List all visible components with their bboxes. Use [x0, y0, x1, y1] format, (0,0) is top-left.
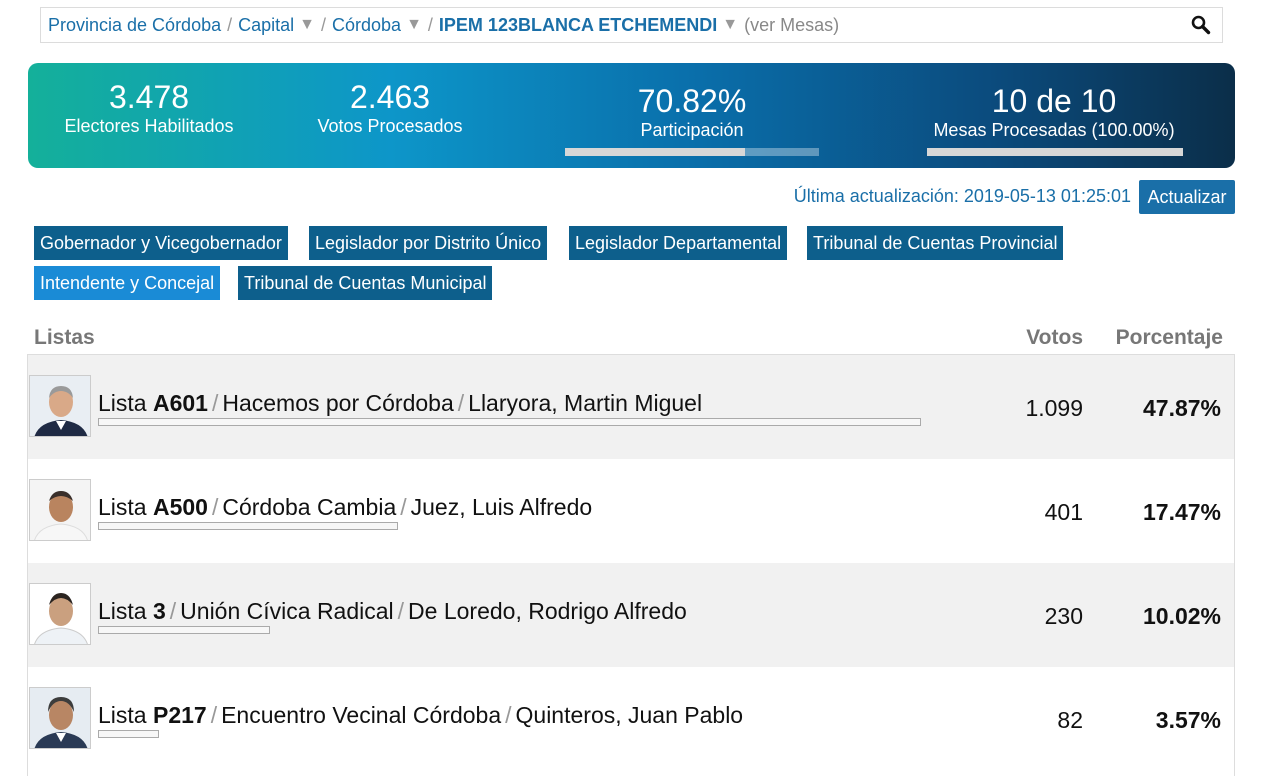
stat-electores: 3.478 Electores Habilitados — [28, 79, 270, 137]
breadcrumb-separator: / — [321, 14, 327, 35]
percent-cell: 17.47% — [1142, 499, 1221, 525]
candidate-avatar — [29, 479, 91, 541]
tab-legislador-distrito-unico[interactable]: Legislador por Distrito Único — [309, 226, 548, 260]
vote-share-bar — [98, 418, 921, 426]
stats-banner: 3.478 Electores Habilitados 2.463 Votos … — [28, 63, 1235, 168]
votos-value: 2.463 — [349, 79, 431, 115]
results-table: Lista A601/Hacemos por Córdoba / Llaryora,… — [27, 354, 1235, 776]
table-row: Lista 3/Unión Cívica Radical / De Loredo, … — [28, 563, 1234, 667]
stat-votos: 2.463 Votos Procesados — [282, 79, 498, 137]
row-label: Lista 3/Unión Cívica Radical / De Loredo, … — [98, 598, 687, 624]
lista-code: 3 — [152, 598, 166, 624]
lista-prefix: Lista — [98, 390, 147, 416]
table-row: Lista A601/Hacemos por Córdoba / Llaryora,… — [28, 355, 1234, 459]
candidate-name: Llaryora, Martin Miguel — [468, 390, 703, 416]
lista-prefix: Lista — [98, 494, 147, 520]
vote-share-bar — [98, 522, 398, 530]
tab-tribunal-cuentas-municipal[interactable]: Tribunal de Cuentas Municipal — [238, 266, 493, 300]
candidate-name: De Loredo, Rodrigo Alfredo — [408, 598, 687, 624]
lista-code: A500 — [152, 494, 208, 520]
tab-intendente-concejal[interactable]: Intendente y Concejal — [34, 266, 221, 300]
breadcrumb: Provincia de Córdoba / Capital ▼ / Córdo… — [40, 7, 1223, 43]
table-row: Lista P217/Encuentro Vecinal Córdoba / Qui… — [28, 667, 1234, 771]
header-listas: Listas — [34, 326, 95, 349]
vote-share-bar — [98, 730, 159, 738]
breadcrumb-cordoba[interactable]: Córdoba — [332, 15, 401, 36]
breadcrumb-separator: / — [227, 14, 233, 35]
party-name: Unión Cívica Radical — [180, 598, 394, 624]
electores-label: Electores Habilitados — [64, 116, 234, 136]
percent-cell: 47.87% — [1142, 395, 1221, 421]
mesas-progress-bar — [927, 148, 1183, 156]
party-name: Hacemos por Córdoba — [222, 390, 454, 416]
chevron-down-icon[interactable]: ▼ — [406, 16, 422, 34]
votos-label: Votos Procesados — [317, 116, 463, 136]
chevron-down-icon[interactable]: ▼ — [722, 16, 738, 34]
candidate-avatar — [29, 375, 91, 437]
votes-cell: 1.099 — [1025, 395, 1083, 421]
header-votos: Votos — [1026, 326, 1083, 349]
vote-share-bar — [98, 626, 270, 634]
mesas-progress-fill — [927, 148, 1183, 156]
search-icon[interactable] — [1190, 14, 1212, 36]
votes-cell: 230 — [1044, 603, 1083, 629]
breadcrumb-capital[interactable]: Capital — [238, 15, 294, 36]
participacion-progress-bar — [565, 148, 819, 156]
row-label: Lista A601/Hacemos por Córdoba / Llaryora,… — [98, 390, 703, 416]
tab-legislador-departamental[interactable]: Legislador Departamental — [569, 226, 788, 260]
participacion-label: Participación — [640, 120, 744, 140]
header-porcentaje: Porcentaje — [1115, 326, 1223, 349]
electores-value: 3.478 — [108, 79, 190, 115]
lista-code: A601 — [152, 390, 208, 416]
percent-cell: 3.57% — [1155, 707, 1221, 733]
party-name: Córdoba Cambia — [222, 494, 397, 520]
lista-code: P217 — [152, 702, 207, 728]
last-update-text: Última actualización: 2019-05-13 01:25:0… — [793, 186, 1131, 206]
participacion-progress-fill — [565, 148, 745, 156]
mesas-value: 10 de 10 — [991, 83, 1117, 119]
actualizar-button[interactable]: Actualizar — [1139, 180, 1235, 214]
chevron-down-icon[interactable]: ▼ — [299, 16, 315, 34]
percent-cell: 10.02% — [1142, 603, 1221, 629]
table-row: Lista A500/Córdoba Cambia / Juez, Luis Alf… — [28, 459, 1234, 563]
stat-mesas: 10 de 10 Mesas Procesadas (100.00%) — [921, 83, 1187, 141]
results-table-header: Listas Votos Porcentaje — [34, 326, 1224, 352]
breadcrumb-escuela: IPEM 123BLANCA ETCHEMENDI — [438, 14, 718, 35]
row-label: Lista P217/Encuentro Vecinal Córdoba / Qui… — [98, 702, 744, 728]
mesas-label: Mesas Procesadas (100.00%) — [933, 120, 1175, 140]
row-label: Lista A500/Córdoba Cambia / Juez, Luis Alf… — [98, 494, 593, 520]
candidate-name: Juez, Luis Alfredo — [410, 494, 593, 520]
ver-mesas-link[interactable]: (ver Mesas) — [744, 15, 839, 36]
party-name: Encuentro Vecinal Córdoba — [221, 702, 502, 728]
candidate-name: Quinteros, Juan Pablo — [515, 702, 744, 728]
breadcrumb-provincia[interactable]: Provincia de Córdoba — [48, 15, 221, 36]
votes-cell: 82 — [1057, 707, 1083, 733]
lista-prefix: Lista — [98, 702, 147, 728]
votes-cell: 401 — [1044, 499, 1083, 525]
breadcrumb-separator: / — [427, 14, 433, 35]
tab-tribunal-cuentas-provincial[interactable]: Tribunal de Cuentas Provincial — [807, 226, 1064, 260]
lista-prefix: Lista — [98, 598, 147, 624]
stat-participacion: 70.82% Participación — [565, 83, 819, 141]
candidate-avatar — [29, 687, 91, 749]
participacion-value: 70.82% — [637, 83, 747, 119]
candidate-avatar — [29, 583, 91, 645]
tab-gobernador[interactable]: Gobernador y Vicegobernador — [34, 226, 288, 260]
